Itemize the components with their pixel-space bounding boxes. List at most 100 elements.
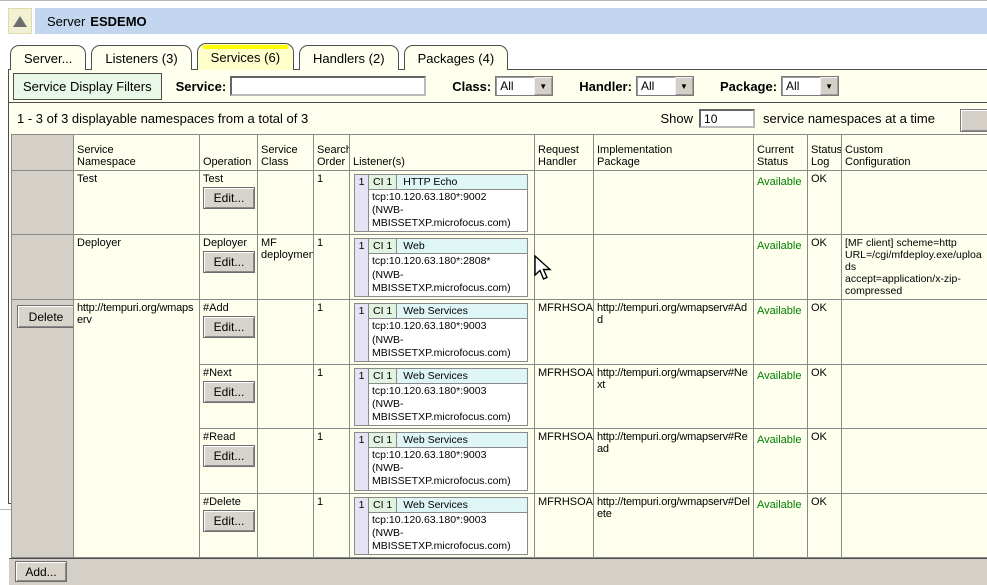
listener-host: (NWB-MBISSETXP.microfocus.com) [372, 334, 524, 360]
table-row: Delete http://tempuri.org/wmapserv #Add … [12, 300, 987, 364]
listener-body: CI 1 HTTP Echo tcp:10.120.63.180*:9002 (… [369, 175, 527, 231]
cell-listeners: 1 CI 1 HTTP Echo tcp:10.120.63.180*:9002… [350, 171, 535, 235]
window-top-edge [0, 0, 987, 1]
status-badge: Available [757, 302, 804, 317]
listener-ci: CI 1 [369, 239, 397, 253]
cell-listeners: 1 CI 1 Web Services tcp:10.120.63.180*:9… [350, 493, 535, 557]
listener-header: CI 1 Web [369, 239, 527, 254]
add-button[interactable]: Add... [15, 561, 67, 582]
header-current-status: Current Status [754, 135, 808, 171]
delete-button[interactable]: Delete [17, 305, 74, 328]
edit-button[interactable]: Edit... [203, 381, 255, 403]
header-listeners: Listener(s) [350, 135, 535, 171]
cell-search-order: 1 [314, 235, 350, 300]
cell-current-status: Available [754, 300, 808, 364]
tab-handlers[interactable]: Handlers (2) [299, 45, 399, 70]
filter-title: Service Display Filters [13, 73, 162, 100]
show-label: Show [661, 111, 694, 126]
collapse-button[interactable] [8, 8, 32, 34]
package-filter-select[interactable]: All ▼ [781, 76, 839, 96]
cell-implementation-package [594, 235, 754, 300]
listener-address: tcp:10.120.63.180*:9003 [372, 320, 524, 333]
listener-ci: CI 1 [369, 433, 397, 447]
cell-custom-configuration [842, 171, 987, 235]
tab-listeners[interactable]: Listeners (3) [91, 45, 191, 70]
edit-button[interactable]: Edit... [203, 445, 255, 467]
package-filter-value: All [782, 77, 820, 95]
cell-request-handler [535, 235, 594, 300]
cell-operation: #Next Edit... [200, 364, 258, 428]
listener-index: 1 [355, 239, 369, 295]
cell-search-order: 1 [314, 493, 350, 557]
handler-filter-select[interactable]: All ▼ [636, 76, 694, 96]
service-filter-input[interactable] [230, 76, 426, 96]
show-count-input[interactable] [699, 109, 755, 128]
listener-body: CI 1 Web tcp:10.120.63.180*:2808* (NWB-M… [369, 239, 527, 295]
cell-actions [12, 235, 74, 300]
pagination-row: 1 - 3 of 3 displayable namespaces from a… [9, 103, 987, 134]
listener-name: Web Services [397, 369, 527, 383]
cell-status-log: OK [808, 429, 842, 493]
listener-address: tcp:10.120.63.180*:9002 [372, 191, 524, 204]
listener-address: tcp:10.120.63.180*:9003 [372, 385, 524, 398]
server-name: ESDEMO [90, 14, 146, 29]
refresh-button-partial[interactable] [960, 109, 987, 132]
listener-index: 1 [355, 175, 369, 231]
listener-host: (NWB-MBISSETXP.microfocus.com) [372, 462, 524, 488]
listener-address: tcp:10.120.63.180*:9003 [372, 449, 524, 462]
tab-bar: Server... Listeners (3) Services (6) Han… [10, 45, 508, 70]
cell-status-log: OK [808, 364, 842, 428]
cell-status-log: OK [808, 300, 842, 364]
cell-operation: #Delete Edit... [200, 493, 258, 557]
table-row: Test Test Edit... 1 1 CI 1 HTTP Echo tc [12, 171, 987, 235]
status-badge: Available [757, 496, 804, 511]
cell-namespace: Deployer [74, 235, 200, 300]
edit-button[interactable]: Edit... [203, 510, 255, 532]
listener-body: CI 1 Web Services tcp:10.120.63.180*:900… [369, 433, 527, 489]
edit-button[interactable]: Edit... [203, 187, 255, 209]
listener-header: CI 1 Web Services [369, 304, 527, 319]
server-title-prefix: Server [47, 14, 85, 29]
operation-name: #Next [203, 367, 254, 379]
status-badge: Available [757, 237, 804, 252]
listener-ci: CI 1 [369, 498, 397, 512]
listener-endpoint: tcp:10.120.63.180*:2808* (NWB-MBISSETXP.… [369, 254, 527, 295]
cell-operation: Deployer Edit... [200, 235, 258, 300]
status-badge: Available [757, 431, 804, 446]
cell-search-order: 1 [314, 300, 350, 364]
header-status-log: Status Log [808, 135, 842, 171]
handler-filter-label: Handler: [579, 79, 632, 94]
class-filter-select[interactable]: All ▼ [495, 76, 553, 96]
cell-search-order: 1 [314, 171, 350, 235]
status-badge: Available [757, 173, 804, 188]
table-header-row: Service Namespace Operation Service Clas… [12, 135, 987, 171]
dropdown-arrow-icon[interactable]: ▼ [675, 77, 693, 95]
cell-request-handler: MFRHSOAP [535, 493, 594, 557]
cell-implementation-package: http://tempuri.org/wmapserv#Add [594, 300, 754, 364]
tab-server[interactable]: Server... [10, 45, 86, 70]
listener-endpoint: tcp:10.120.63.180*:9003 (NWB-MBISSETXP.m… [369, 448, 527, 489]
edit-button[interactable]: Edit... [203, 251, 255, 273]
listener-box: 1 CI 1 Web Services tcp:10.120.63.180*:9… [354, 497, 528, 555]
listener-address: tcp:10.120.63.180*:9003 [372, 514, 524, 527]
status-badge: Available [757, 367, 804, 382]
cell-listeners: 1 CI 1 Web tcp:10.120.63.180*:2808* (NWB… [350, 235, 535, 300]
operation-name: Test [203, 173, 254, 185]
listener-name: Web Services [397, 498, 527, 512]
listener-index: 1 [355, 304, 369, 360]
pagination-summary: 1 - 3 of 3 displayable namespaces from a… [17, 111, 308, 126]
listener-name: Web [397, 239, 527, 253]
add-strip: Add... [9, 558, 987, 585]
listener-endpoint: tcp:10.120.63.180*:9003 (NWB-MBISSETXP.m… [369, 384, 527, 425]
tab-packages[interactable]: Packages (4) [404, 45, 509, 70]
cell-service-class [258, 493, 314, 557]
server-title-bar: Server ESDEMO [35, 8, 987, 34]
dropdown-arrow-icon[interactable]: ▼ [820, 77, 838, 95]
edit-button[interactable]: Edit... [203, 316, 255, 338]
dropdown-arrow-icon[interactable]: ▼ [534, 77, 552, 95]
cell-current-status: Available [754, 364, 808, 428]
filter-row: Service Display Filters Service: Class: … [9, 70, 987, 103]
listener-name: Web Services [397, 433, 527, 447]
tab-services[interactable]: Services (6) [197, 43, 294, 70]
listener-index: 1 [355, 433, 369, 489]
